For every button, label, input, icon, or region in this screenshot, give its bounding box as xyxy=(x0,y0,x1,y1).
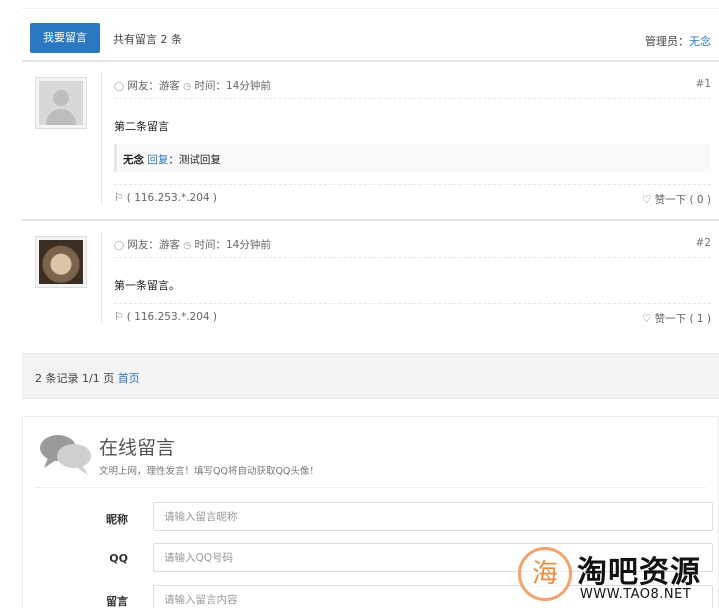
reply-link[interactable]: 回复 xyxy=(147,154,168,166)
message-content: 第二条留言 xyxy=(114,120,169,133)
avatar xyxy=(35,236,87,288)
nickname-input[interactable] xyxy=(153,502,713,531)
user-icon: ◯ xyxy=(114,82,125,92)
admin-name-link[interactable]: 无念 xyxy=(689,35,711,48)
heart-icon: ♡ xyxy=(641,313,652,325)
user-icon: ◯ xyxy=(114,241,125,251)
form-subtitle: 文明上网，理性发言！填写QQ将自动获取QQ头像！ xyxy=(99,466,319,477)
first-page-link[interactable]: 首页 xyxy=(118,372,140,385)
admin-label: 管理员： xyxy=(645,35,689,48)
pagination: 2 条记录 1/1 页 首页 xyxy=(22,353,719,399)
watermark: 海 淘吧资源 WWW.TAO8.NET xyxy=(514,543,719,608)
message-label: 留言 xyxy=(106,595,128,608)
heart-icon: ♡ xyxy=(641,194,652,206)
clock-icon: ◷ xyxy=(183,241,192,251)
clock-icon: ◷ xyxy=(183,82,192,92)
admin-info: 管理员：无念 xyxy=(645,33,711,49)
message-time: 时间：14分钟前 xyxy=(194,80,271,92)
admin-reply: 无念 回复：测试回复 xyxy=(114,144,711,172)
cat-avatar-icon xyxy=(39,240,83,284)
message-meta: ◯ 网友：游客 ◷ 时间：14分钟前 xyxy=(114,78,271,93)
watermark-name: 淘吧资源 xyxy=(577,555,701,590)
qq-label: QQ xyxy=(109,552,128,565)
pagination-info: 2 条记录 1/1 页 首页 xyxy=(35,372,140,385)
watermark-logo-icon: 海 xyxy=(518,547,572,601)
message-item: ◯ 网友：游客 ◷ 时间：14分钟前 #2 第一条留言。 ⚐ ( 116.253… xyxy=(22,219,719,333)
message-meta: ◯ 网友：游客 ◷ 时间：14分钟前 xyxy=(114,237,271,252)
watermark-url: WWW.TAO8.NET xyxy=(580,587,692,602)
message-count: 共有留言 2 条 xyxy=(113,33,182,46)
floor-number: #1 xyxy=(695,78,711,90)
message-ip: ⚐ ( 116.253.*.204 ) xyxy=(114,311,218,323)
message-item: ◯ 网友：游客 ◷ 时间：14分钟前 #1 第二条留言 无念 回复：测试回复 ⚐… xyxy=(22,60,719,216)
form-title: 在线留言 xyxy=(99,437,176,459)
message-board-header: 我要留言 共有留言 2 条 管理员：无念 xyxy=(22,8,719,58)
message-user: 网友：游客 xyxy=(127,239,180,251)
reply-text: ：测试回复 xyxy=(168,154,221,166)
message-user: 网友：游客 xyxy=(127,80,180,92)
nickname-label: 昵称 xyxy=(106,513,128,526)
flag-icon: ⚐ xyxy=(114,192,124,204)
like-button[interactable]: ♡ 赞一下 ( 0 ) xyxy=(642,192,711,207)
flag-icon: ⚐ xyxy=(114,311,124,323)
like-button[interactable]: ♡ 赞一下 ( 1 ) xyxy=(642,311,711,326)
avatar xyxy=(35,77,87,129)
default-avatar-icon xyxy=(39,81,83,125)
chat-bubbles-icon xyxy=(40,435,91,475)
message-content: 第一条留言。 xyxy=(114,279,180,292)
leave-message-button[interactable]: 我要留言 xyxy=(30,23,100,53)
message-ip: ⚐ ( 116.253.*.204 ) xyxy=(114,192,218,204)
floor-number: #2 xyxy=(695,237,711,249)
reply-author: 无念 xyxy=(123,154,144,166)
message-time: 时间：14分钟前 xyxy=(194,239,271,251)
